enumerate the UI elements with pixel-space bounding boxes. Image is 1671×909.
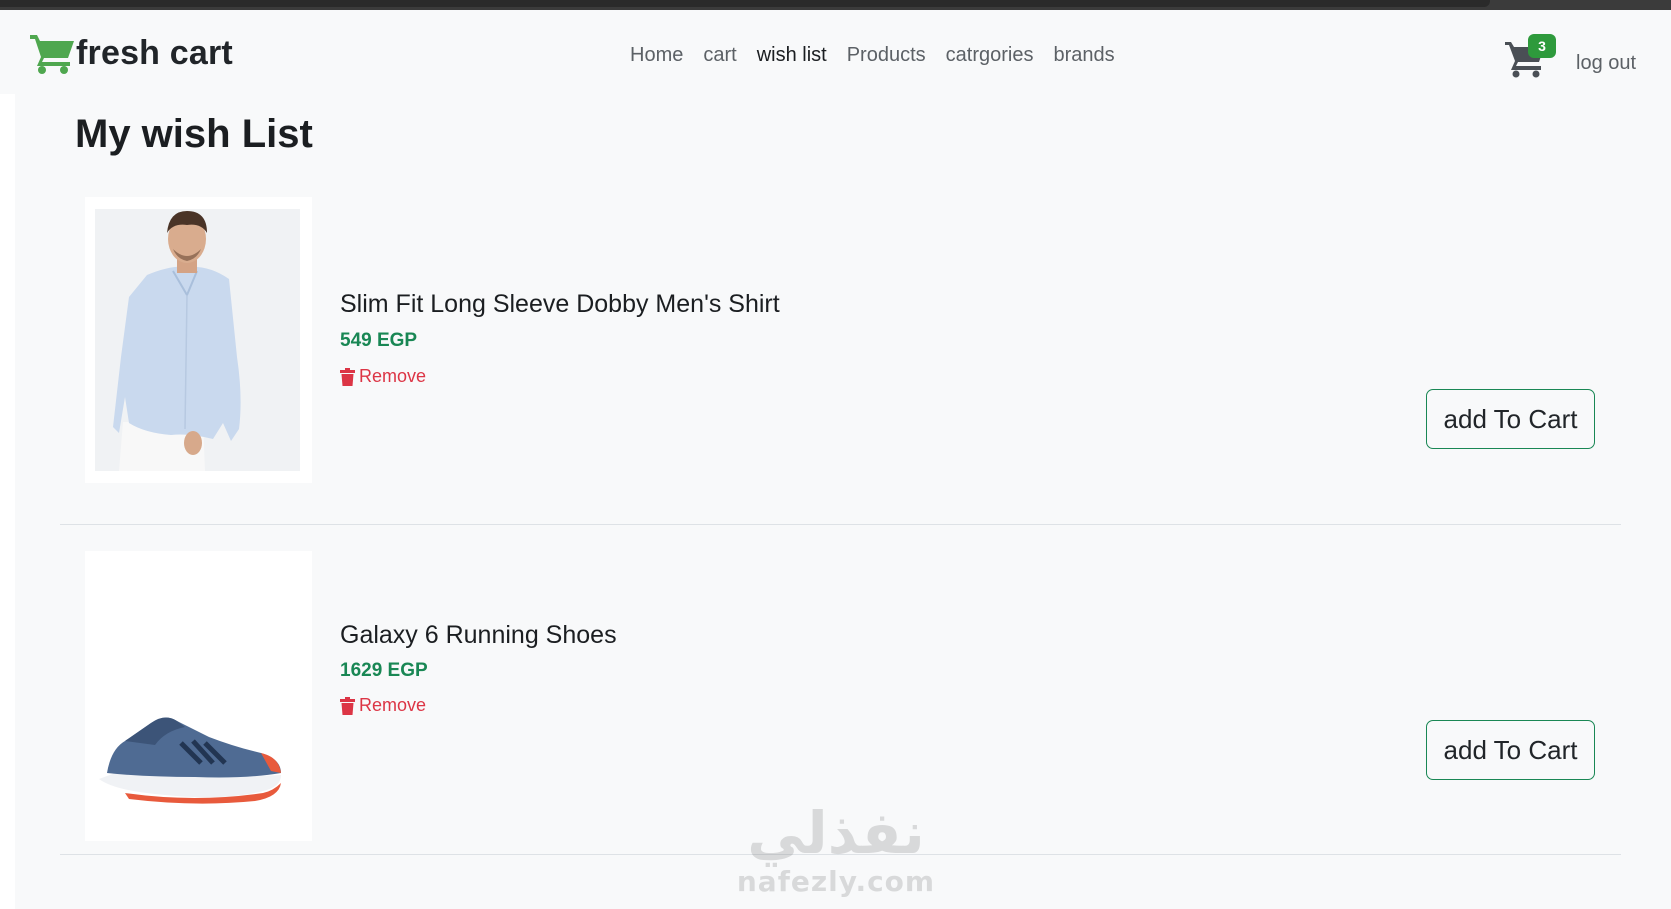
mens-shirt-photo <box>95 209 300 471</box>
remove-label: Remove <box>359 695 427 715</box>
watermark-arabic: نفذلي <box>747 799 925 867</box>
add-to-cart-button[interactable]: add To Cart <box>1426 389 1595 449</box>
product-price: 1629 EGP <box>340 660 428 681</box>
wishlist-item: Slim Fit Long Sleeve Dobby Men's Shirt 5… <box>60 194 1621 525</box>
remove-button[interactable]: Remove <box>340 695 426 716</box>
navbar: fresh cart Home cart wish list Products … <box>0 10 1671 94</box>
remove-button[interactable]: Remove <box>340 366 426 387</box>
product-image <box>85 551 312 841</box>
running-shoe-photo <box>85 551 312 841</box>
trash-icon <box>340 367 355 386</box>
watermark-latin: nafezly.com <box>736 865 936 898</box>
nav-link-brands[interactable]: brands <box>1043 40 1124 70</box>
watermark: نفذلي nafezly.com <box>736 800 936 909</box>
trash-icon <box>340 696 355 715</box>
page-title: My wish List <box>75 112 313 156</box>
cart-count-badge: 3 <box>1528 34 1556 58</box>
logout-link[interactable]: log out <box>1576 50 1636 76</box>
nav-link-products[interactable]: Products <box>837 40 936 70</box>
nav-link-categories[interactable]: catrgories <box>936 40 1044 70</box>
nav-links: Home cart wish list Products catrgories … <box>620 40 1125 70</box>
brand-name: fresh cart <box>76 33 233 72</box>
nav-link-home[interactable]: Home <box>620 40 693 70</box>
product-name: Slim Fit Long Sleeve Dobby Men's Shirt <box>340 290 780 318</box>
remove-label: Remove <box>359 366 427 386</box>
browser-top-strip <box>0 0 1671 10</box>
product-image <box>85 197 312 483</box>
wishlist-page: My wish List Slim Fit Long Sleeve Dobby … <box>15 94 1671 909</box>
nav-link-cart[interactable]: cart <box>693 40 746 70</box>
add-to-cart-button[interactable]: add To Cart <box>1426 720 1595 780</box>
product-price: 549 EGP <box>340 330 418 351</box>
shopping-cart-icon <box>30 35 74 74</box>
nav-link-wish-list[interactable]: wish list <box>747 40 837 70</box>
brand-logo[interactable]: fresh cart <box>28 28 233 78</box>
cart-button[interactable]: 3 <box>1504 30 1564 86</box>
product-name: Galaxy 6 Running Shoes <box>340 621 617 649</box>
